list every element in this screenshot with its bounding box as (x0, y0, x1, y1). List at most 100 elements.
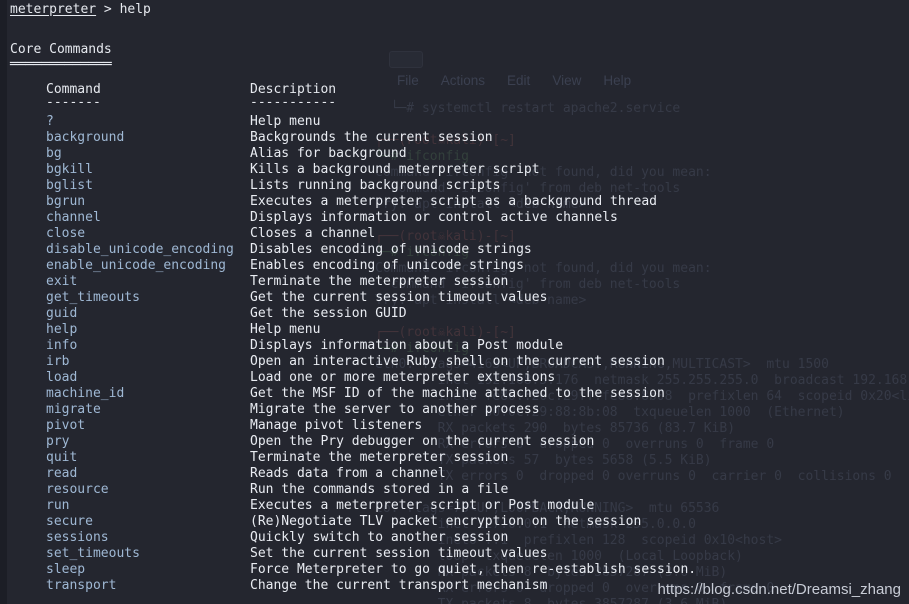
meterpreter-prompt[interactable]: meterpreter > help (10, 2, 151, 18)
table-row: pry Open the Pry debugger on the current … (0, 434, 909, 450)
cell-command: disable_unicode_encoding (46, 242, 234, 257)
cell-command: irb (46, 354, 70, 369)
cell-command: bgkill (46, 162, 93, 177)
cell-description: Manage pivot listeners (250, 418, 423, 433)
background-terminal-line: RX packets 290 bytes 85736 (83.7 KiB) (375, 421, 736, 436)
prompt-remnant: └── (10, 0, 33, 7)
cell-command: bgrun (46, 194, 86, 209)
table-row: enable_unicode_encoding Enables encoding … (0, 258, 909, 274)
background-terminal-line: inet6 ::1 prefixlen 128 scopeid 0x10<hos… (375, 533, 782, 548)
cell-command: close (46, 226, 86, 241)
cell-command: background (46, 130, 125, 145)
cell-description: Lists running background scripts (250, 178, 501, 193)
cell-description: Get the MSF ID of the machine attached t… (250, 386, 665, 401)
table-row: load Load one or more meterpreter extensi… (0, 370, 909, 386)
cell-command: migrate (46, 402, 101, 417)
table-row: guid Get the session GUID (0, 306, 909, 322)
background-terminal-line: command 'ifconfig' from deb net-tools (375, 181, 681, 196)
section-title: Core Commands (10, 42, 112, 57)
background-terminal-line: RX packets 8 bytes 3857287 (3.6 MiB) (375, 565, 728, 580)
background-terminal-line: command 'ifconfig' from deb net-tools (375, 277, 681, 292)
cell-description: Force Meterpreter to go quiet, then re-e… (250, 562, 697, 577)
background-terminal-line: ┌──(root☠kali)-[~] (375, 133, 516, 148)
cell-command: resource (46, 482, 109, 497)
background-terminal-line: └─# ifconfig (375, 149, 469, 164)
table-row: background Backgrounds the current sessio… (0, 130, 909, 146)
cell-command: pry (46, 434, 70, 449)
column-rule-description: ----------- (250, 95, 337, 110)
table-row: quit Terminate the meterpreter session (0, 450, 909, 466)
cell-command: bg (46, 146, 62, 161)
cell-description: Change the current transport mechanism (250, 578, 548, 593)
background-terminal-line (375, 485, 909, 501)
background-terminal-line: Try: apt install <deb name> (375, 197, 587, 212)
cell-command: guid (46, 306, 78, 321)
cell-command: machine_id (46, 386, 125, 401)
cell-command: bglist (46, 178, 93, 193)
table-row: info Displays information about a Post mo… (0, 338, 909, 354)
cell-description: Quickly switch to another session (250, 530, 509, 545)
background-terminal-line: eth0: flags=4163<UP,BROADCAST,RUNNING,MU… (375, 357, 829, 372)
cell-description: Closes a channel (250, 226, 376, 241)
cell-description: Terminate the meterpreter session (250, 450, 509, 465)
cell-description: Executes a meterpreter script or Post mo… (250, 498, 595, 513)
table-row: resource Run the commands stored in a fil… (0, 482, 909, 498)
cell-command: sessions (46, 530, 109, 545)
column-header-description: Description (250, 82, 337, 97)
cell-command: get_timeouts (46, 290, 140, 305)
menu-item-help[interactable]: Help (603, 73, 631, 89)
menu-item-actions[interactable]: Actions (441, 73, 485, 89)
cell-description: Migrate the server to another process (250, 402, 540, 417)
prompt-shell-label: meterpreter (10, 2, 97, 17)
background-terminal-line: TX packets 8 bytes 3857287 (3.6 MiB) (375, 597, 909, 604)
cell-description: Run the commands stored in a file (250, 482, 509, 497)
background-terminal-line: TX packets 57 bytes 5658 (5.5 KiB) (375, 453, 712, 468)
background-terminal-line: └─# ifconfig (375, 245, 469, 260)
cell-description: Help menu (250, 322, 321, 337)
terminal-screen: File Actions Edit View Help └─# systemct… (0, 0, 909, 604)
table-row: sleep Force Meterpreter to go quiet, then… (0, 562, 909, 578)
background-terminal-line: inet 192.168.5.176 netmask 255.255.255.0… (375, 373, 909, 388)
cell-description: Terminate the meterpreter session (250, 274, 509, 289)
table-row: pivot Manage pivot listeners (0, 418, 909, 434)
cell-command: set_timeouts (46, 546, 140, 561)
background-terminal-line: Command 'ifconfig' not found, did you me… (375, 261, 712, 276)
background-menubar: File Actions Edit View Help (397, 73, 631, 89)
cell-description: Reads data from a channel (250, 466, 446, 481)
background-terminal-line: inet 127.0.0.1 netmask 255.0.0.0 (375, 517, 696, 532)
background-terminal-line: lo: flags=73<UP,LOOPBACK,RUNNING> mtu 65… (375, 501, 720, 516)
menu-item-view[interactable]: View (552, 73, 581, 89)
table-row: help Help menu (0, 322, 909, 338)
cell-command: channel (46, 210, 101, 225)
menu-item-edit[interactable]: Edit (507, 73, 530, 89)
cell-command: load (46, 370, 78, 385)
background-terminal-line: loop txqueuelen 1000 (Local Loopback) (375, 549, 743, 564)
background-terminal-line: inet6 fe80::20c:29ff:fe88:8b08 prefixlen… (375, 389, 909, 404)
background-terminal-line: RX errors 0 dropped 0 overruns 0 frame 0 (375, 437, 775, 452)
cell-description: (Re)Negotiate TLV packet encryption on t… (250, 514, 642, 529)
cell-command: help (46, 322, 78, 337)
table-row: run Executes a meterpreter script or Post… (0, 498, 909, 514)
cell-command: read (46, 466, 78, 481)
cell-command: ? (46, 114, 54, 129)
background-terminal-line: └─# systemctl restart apache2.service (375, 101, 681, 116)
background-terminal-line (375, 213, 909, 229)
background-terminal-window: File Actions Edit View Help └─# systemct… (375, 46, 909, 604)
column-header-command: Command (46, 82, 101, 97)
background-terminal-line (375, 117, 909, 133)
entered-command: help (119, 2, 151, 17)
cell-description: Backgrounds the current session (250, 130, 493, 145)
cell-description: Displays information or control active c… (250, 210, 618, 225)
section-title-underline: ═════════════ (10, 57, 112, 72)
cell-description: Disables encoding of unicode strings (250, 242, 532, 257)
background-terminal-line: TX errors 0 dropped 0 overruns 0 carrier… (375, 469, 892, 484)
cell-description: Kills a background meterpreter script (250, 162, 540, 177)
table-row: ? Help menu (0, 114, 909, 130)
table-row: machine_id Get the MSF ID of the machine … (0, 386, 909, 402)
menu-item-file[interactable]: File (397, 73, 419, 89)
cell-description: Enables encoding of unicode strings (250, 258, 524, 273)
table-row: exit Terminate the meterpreter session (0, 274, 909, 290)
background-terminal-line: ┌──(root☠kali)-[~] (375, 325, 516, 340)
cell-command: secure (46, 514, 93, 529)
table-row: bg Alias for background (0, 146, 909, 162)
